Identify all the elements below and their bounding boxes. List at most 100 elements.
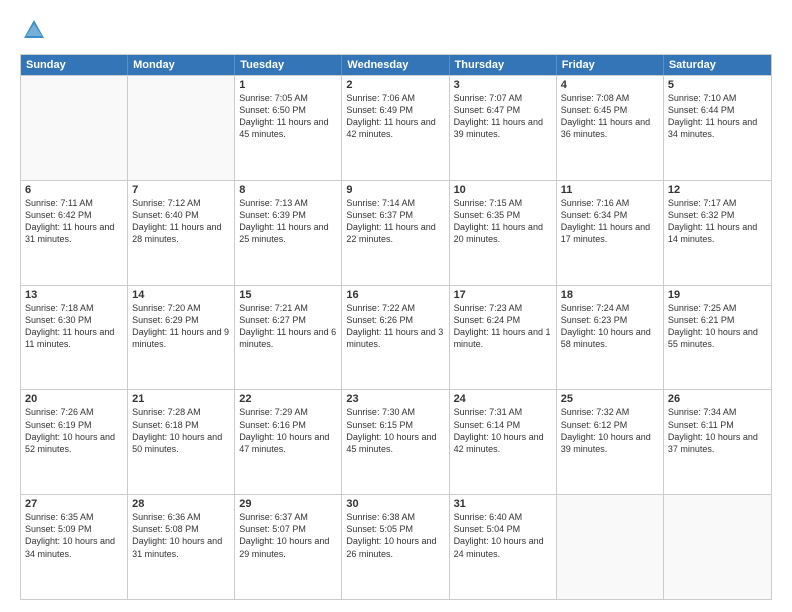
day-number: 19	[668, 289, 767, 301]
day-number: 14	[132, 289, 230, 301]
cell-info: Sunrise: 7:11 AM Sunset: 6:42 PM Dayligh…	[25, 197, 123, 246]
day-number: 20	[25, 393, 123, 405]
calendar-cell: 20Sunrise: 7:26 AM Sunset: 6:19 PM Dayli…	[21, 390, 128, 494]
cell-info: Sunrise: 7:16 AM Sunset: 6:34 PM Dayligh…	[561, 197, 659, 246]
calendar-cell: 1Sunrise: 7:05 AM Sunset: 6:50 PM Daylig…	[235, 76, 342, 180]
cell-info: Sunrise: 7:08 AM Sunset: 6:45 PM Dayligh…	[561, 92, 659, 141]
calendar-cell: 15Sunrise: 7:21 AM Sunset: 6:27 PM Dayli…	[235, 286, 342, 390]
calendar-cell: 24Sunrise: 7:31 AM Sunset: 6:14 PM Dayli…	[450, 390, 557, 494]
calendar-cell	[128, 76, 235, 180]
logo-icon	[20, 16, 48, 44]
calendar-cell: 30Sunrise: 6:38 AM Sunset: 5:05 PM Dayli…	[342, 495, 449, 599]
day-number: 26	[668, 393, 767, 405]
header-cell-tuesday: Tuesday	[235, 55, 342, 75]
day-number: 15	[239, 289, 337, 301]
day-number: 1	[239, 79, 337, 91]
cell-info: Sunrise: 7:20 AM Sunset: 6:29 PM Dayligh…	[132, 302, 230, 351]
calendar-cell: 18Sunrise: 7:24 AM Sunset: 6:23 PM Dayli…	[557, 286, 664, 390]
cell-info: Sunrise: 6:37 AM Sunset: 5:07 PM Dayligh…	[239, 511, 337, 560]
cell-info: Sunrise: 7:32 AM Sunset: 6:12 PM Dayligh…	[561, 406, 659, 455]
calendar-cell: 26Sunrise: 7:34 AM Sunset: 6:11 PM Dayli…	[664, 390, 771, 494]
cell-info: Sunrise: 7:28 AM Sunset: 6:18 PM Dayligh…	[132, 406, 230, 455]
calendar-cell: 4Sunrise: 7:08 AM Sunset: 6:45 PM Daylig…	[557, 76, 664, 180]
calendar-cell: 14Sunrise: 7:20 AM Sunset: 6:29 PM Dayli…	[128, 286, 235, 390]
calendar-cell: 7Sunrise: 7:12 AM Sunset: 6:40 PM Daylig…	[128, 181, 235, 285]
cell-info: Sunrise: 7:18 AM Sunset: 6:30 PM Dayligh…	[25, 302, 123, 351]
calendar-cell: 9Sunrise: 7:14 AM Sunset: 6:37 PM Daylig…	[342, 181, 449, 285]
cell-info: Sunrise: 7:24 AM Sunset: 6:23 PM Dayligh…	[561, 302, 659, 351]
logo	[20, 16, 52, 44]
cell-info: Sunrise: 7:14 AM Sunset: 6:37 PM Dayligh…	[346, 197, 444, 246]
calendar-cell	[557, 495, 664, 599]
calendar-week-5: 27Sunrise: 6:35 AM Sunset: 5:09 PM Dayli…	[21, 494, 771, 599]
calendar-cell: 2Sunrise: 7:06 AM Sunset: 6:49 PM Daylig…	[342, 76, 449, 180]
header-cell-friday: Friday	[557, 55, 664, 75]
cell-info: Sunrise: 7:07 AM Sunset: 6:47 PM Dayligh…	[454, 92, 552, 141]
day-number: 18	[561, 289, 659, 301]
calendar-cell: 12Sunrise: 7:17 AM Sunset: 6:32 PM Dayli…	[664, 181, 771, 285]
calendar-cell: 19Sunrise: 7:25 AM Sunset: 6:21 PM Dayli…	[664, 286, 771, 390]
cell-info: Sunrise: 7:31 AM Sunset: 6:14 PM Dayligh…	[454, 406, 552, 455]
calendar-cell: 28Sunrise: 6:36 AM Sunset: 5:08 PM Dayli…	[128, 495, 235, 599]
header-cell-thursday: Thursday	[450, 55, 557, 75]
calendar-cell: 21Sunrise: 7:28 AM Sunset: 6:18 PM Dayli…	[128, 390, 235, 494]
calendar-cell: 31Sunrise: 6:40 AM Sunset: 5:04 PM Dayli…	[450, 495, 557, 599]
calendar-cell: 13Sunrise: 7:18 AM Sunset: 6:30 PM Dayli…	[21, 286, 128, 390]
calendar-header: SundayMondayTuesdayWednesdayThursdayFrid…	[21, 55, 771, 75]
day-number: 23	[346, 393, 444, 405]
cell-info: Sunrise: 7:23 AM Sunset: 6:24 PM Dayligh…	[454, 302, 552, 351]
day-number: 30	[346, 498, 444, 510]
calendar-cell: 8Sunrise: 7:13 AM Sunset: 6:39 PM Daylig…	[235, 181, 342, 285]
cell-info: Sunrise: 7:05 AM Sunset: 6:50 PM Dayligh…	[239, 92, 337, 141]
page: SundayMondayTuesdayWednesdayThursdayFrid…	[0, 0, 792, 612]
cell-info: Sunrise: 7:30 AM Sunset: 6:15 PM Dayligh…	[346, 406, 444, 455]
calendar-cell: 3Sunrise: 7:07 AM Sunset: 6:47 PM Daylig…	[450, 76, 557, 180]
cell-info: Sunrise: 6:36 AM Sunset: 5:08 PM Dayligh…	[132, 511, 230, 560]
day-number: 21	[132, 393, 230, 405]
calendar-week-4: 20Sunrise: 7:26 AM Sunset: 6:19 PM Dayli…	[21, 389, 771, 494]
day-number: 16	[346, 289, 444, 301]
calendar-week-2: 6Sunrise: 7:11 AM Sunset: 6:42 PM Daylig…	[21, 180, 771, 285]
cell-info: Sunrise: 6:35 AM Sunset: 5:09 PM Dayligh…	[25, 511, 123, 560]
calendar-body: 1Sunrise: 7:05 AM Sunset: 6:50 PM Daylig…	[21, 75, 771, 599]
day-number: 17	[454, 289, 552, 301]
day-number: 24	[454, 393, 552, 405]
day-number: 31	[454, 498, 552, 510]
header-cell-monday: Monday	[128, 55, 235, 75]
day-number: 4	[561, 79, 659, 91]
calendar-cell: 5Sunrise: 7:10 AM Sunset: 6:44 PM Daylig…	[664, 76, 771, 180]
cell-info: Sunrise: 7:34 AM Sunset: 6:11 PM Dayligh…	[668, 406, 767, 455]
calendar-cell: 22Sunrise: 7:29 AM Sunset: 6:16 PM Dayli…	[235, 390, 342, 494]
day-number: 27	[25, 498, 123, 510]
day-number: 28	[132, 498, 230, 510]
day-number: 5	[668, 79, 767, 91]
day-number: 12	[668, 184, 767, 196]
day-number: 22	[239, 393, 337, 405]
calendar-week-1: 1Sunrise: 7:05 AM Sunset: 6:50 PM Daylig…	[21, 75, 771, 180]
cell-info: Sunrise: 7:29 AM Sunset: 6:16 PM Dayligh…	[239, 406, 337, 455]
cell-info: Sunrise: 7:25 AM Sunset: 6:21 PM Dayligh…	[668, 302, 767, 351]
header-cell-saturday: Saturday	[664, 55, 771, 75]
calendar-cell: 23Sunrise: 7:30 AM Sunset: 6:15 PM Dayli…	[342, 390, 449, 494]
day-number: 11	[561, 184, 659, 196]
cell-info: Sunrise: 7:10 AM Sunset: 6:44 PM Dayligh…	[668, 92, 767, 141]
cell-info: Sunrise: 7:06 AM Sunset: 6:49 PM Dayligh…	[346, 92, 444, 141]
calendar-cell: 17Sunrise: 7:23 AM Sunset: 6:24 PM Dayli…	[450, 286, 557, 390]
cell-info: Sunrise: 7:15 AM Sunset: 6:35 PM Dayligh…	[454, 197, 552, 246]
cell-info: Sunrise: 7:22 AM Sunset: 6:26 PM Dayligh…	[346, 302, 444, 351]
calendar-cell: 29Sunrise: 6:37 AM Sunset: 5:07 PM Dayli…	[235, 495, 342, 599]
calendar-cell: 10Sunrise: 7:15 AM Sunset: 6:35 PM Dayli…	[450, 181, 557, 285]
day-number: 3	[454, 79, 552, 91]
cell-info: Sunrise: 6:40 AM Sunset: 5:04 PM Dayligh…	[454, 511, 552, 560]
calendar-cell	[21, 76, 128, 180]
day-number: 29	[239, 498, 337, 510]
calendar-cell: 6Sunrise: 7:11 AM Sunset: 6:42 PM Daylig…	[21, 181, 128, 285]
header-cell-wednesday: Wednesday	[342, 55, 449, 75]
cell-info: Sunrise: 7:21 AM Sunset: 6:27 PM Dayligh…	[239, 302, 337, 351]
cell-info: Sunrise: 7:13 AM Sunset: 6:39 PM Dayligh…	[239, 197, 337, 246]
cell-info: Sunrise: 7:17 AM Sunset: 6:32 PM Dayligh…	[668, 197, 767, 246]
cell-info: Sunrise: 7:12 AM Sunset: 6:40 PM Dayligh…	[132, 197, 230, 246]
calendar: SundayMondayTuesdayWednesdayThursdayFrid…	[20, 54, 772, 600]
day-number: 8	[239, 184, 337, 196]
calendar-cell	[664, 495, 771, 599]
